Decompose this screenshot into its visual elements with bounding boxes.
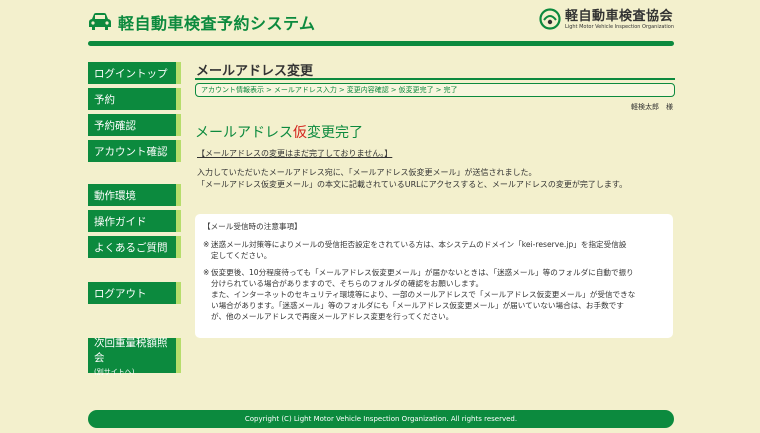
breadcrumb-step: アカウント情報表示: [201, 86, 264, 94]
sidebar-item-account-check[interactable]: アカウント確認: [88, 140, 181, 162]
sidebar-item-guide[interactable]: 操作ガイド: [88, 210, 181, 232]
breadcrumb-step: 変更内容確認: [346, 86, 389, 94]
breadcrumb-separator: >: [266, 86, 272, 94]
sidebar-item-label: ログアウト: [94, 287, 147, 300]
description-line: 「メールアドレス仮変更メール」の本文に記載されているURLにアクセスすると、メー…: [197, 180, 628, 189]
notice-line: い場合があります。「迷惑メール」等のフォルダにも「メールアドレス仮変更メール」が…: [211, 301, 624, 310]
breadcrumb-step: 仮変更完了: [398, 86, 434, 94]
note-mark: ※: [203, 240, 210, 249]
copyright: Copyright (C) Light Motor Vehicle Inspec…: [244, 415, 518, 423]
heading-rule: [195, 78, 675, 80]
completion-title-part: 変更完了: [307, 125, 363, 141]
breadcrumb-separator: >: [338, 86, 345, 94]
sidebar-item-weight-tax[interactable]: 次回重量税額照会 (別サイトへ): [88, 337, 181, 376]
sidebar-item-environment[interactable]: 動作環境: [88, 184, 181, 206]
notice-line: 迷惑メール対策等によりメールの受信拒否設定をされている方は、本システムのドメイン…: [211, 240, 627, 249]
sidebar-item-label: 操作ガイド: [94, 215, 147, 228]
sidebar-item-login-top[interactable]: ログイントップ: [88, 62, 181, 84]
breadcrumb: アカウント情報表示 > メールアドレス入力 > 変更内容確認 > 仮変更完了 > 完了: [195, 83, 675, 97]
completion-title-part: メールアドレス: [195, 125, 293, 141]
car-icon: [89, 13, 111, 30]
mail-notice-item: ※ 迷惑メール対策等によりメールの受信拒否設定をされている方は、本システムのドメ…: [203, 239, 665, 261]
completion-title: メールアドレス仮変更完了: [195, 122, 363, 142]
header: 軽自動車検査予約システム 軽自動車検査協会 Light Motor Vehicl…: [88, 8, 674, 38]
site-title-text: 軽自動車検査予約システム: [118, 14, 316, 33]
sidebar-item-label: 次回重量税額照会: [94, 337, 168, 364]
description-line: 入力していただいたメールアドレス宛に、「メールアドレス仮変更メール」が送信されま…: [197, 168, 537, 177]
header-rule: [88, 41, 674, 46]
sidebar-item-label: アカウント確認: [94, 145, 168, 158]
sidebar-item-label: 予約確認: [94, 119, 136, 132]
user-name: 軽検太郎 様: [631, 103, 673, 111]
breadcrumb-step-current: 完了: [443, 86, 458, 94]
site-title[interactable]: 軽自動車検査予約システム: [88, 10, 316, 34]
breadcrumb-step: メールアドレス入力: [273, 86, 337, 94]
org-seal-icon: [539, 8, 561, 30]
sidebar-item-label: 予約: [94, 93, 115, 106]
notice-line: が、他のメールアドレスで再度メールアドレス変更を行ってください。: [211, 312, 454, 321]
notice-line: 定してください。: [211, 251, 272, 260]
mail-notice-box: 【メール受信時の注意事項】 ※ 迷惑メール対策等によりメールの受信拒否設定をされ…: [195, 214, 673, 338]
sidebar-item-reservation-check[interactable]: 予約確認: [88, 114, 181, 136]
org-name-jp: 軽自動車検査協会: [565, 8, 674, 24]
description: 入力していただいたメールアドレス宛に、「メールアドレス仮変更メール」が送信されま…: [197, 167, 627, 191]
mail-notice-item: ※ 仮変更後、10分程度待っても「メールアドレス仮変更メール」が届かないときは、…: [203, 267, 665, 322]
notice-line: 分けられている場合がありますので、そちらのフォルダの確認をお願いします。: [211, 279, 484, 288]
mail-notice-title: 【メール受信時の注意事項】: [203, 222, 302, 231]
sidebar-item-sublabel: (別サイトへ): [94, 368, 135, 376]
breadcrumb-separator: >: [390, 86, 397, 94]
note-mark: ※: [203, 268, 210, 277]
sidebar-item-logout[interactable]: ログアウト: [88, 282, 181, 304]
org-logo[interactable]: 軽自動車検査協会 Light Motor Vehicle Inspection …: [539, 8, 674, 30]
sidebar-item-label: よくあるご質問: [94, 241, 168, 254]
org-name-en: Light Motor Vehicle Inspection Organizat…: [565, 23, 674, 30]
notice-line: また、インターネットのセキュリティ環境等により、一部のメールアドレスで「メールア…: [211, 290, 636, 299]
main-content: メールアドレス変更 アカウント情報表示 > メールアドレス入力 > 変更内容確認 > 仮変更…: [195, 60, 675, 189]
sidebar-item-reserve[interactable]: 予約: [88, 88, 181, 110]
sidebar-item-label: 動作環境: [94, 189, 136, 202]
footer: Copyright (C) Light Motor Vehicle Inspec…: [88, 410, 674, 428]
sidebar-item-faq[interactable]: よくあるご質問: [88, 236, 181, 258]
page-title: メールアドレス変更: [196, 64, 314, 79]
sidebar-item-label: ログイントップ: [94, 67, 168, 80]
breadcrumb-separator: >: [435, 86, 442, 94]
completion-title-provisional: 仮: [293, 125, 307, 141]
notice-line: 仮変更後、10分程度待っても「メールアドレス仮変更メール」が届かないときは、「迷…: [211, 268, 634, 277]
not-completed-notice: 【メールアドレスの変更はまだ完了しておりません。】: [197, 149, 393, 158]
